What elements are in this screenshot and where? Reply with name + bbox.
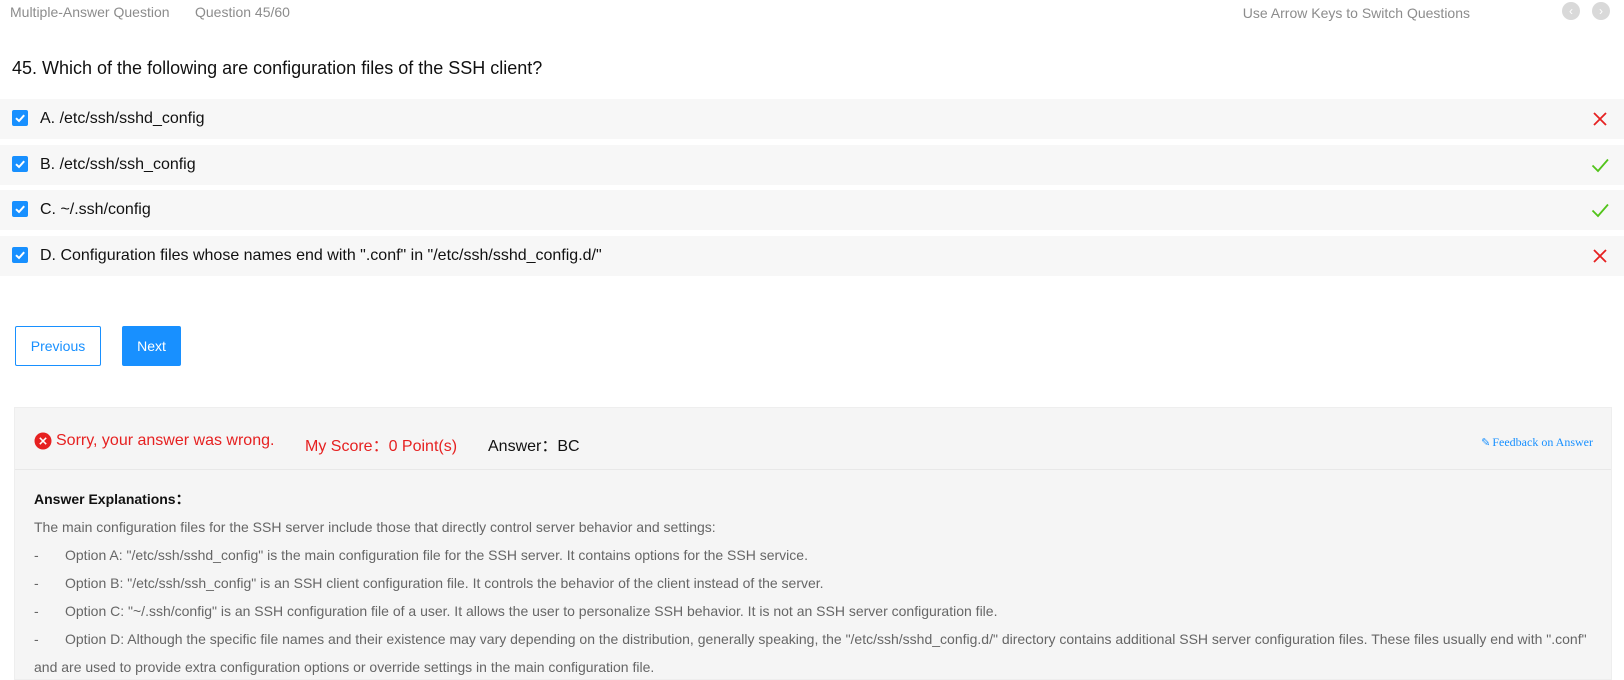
next-button[interactable]: Next: [122, 326, 181, 366]
explanation-item: - Option A: "/etc/ssh/sshd_config" is the…: [34, 541, 1594, 569]
correct-answer: Answer：BC: [488, 438, 580, 455]
explanation-item: - Option C: "~/.ssh/config" is an SSH con…: [34, 597, 1594, 625]
previous-button[interactable]: Previous: [15, 326, 101, 366]
explanation-title: Answer Explanations：: [34, 491, 190, 507]
option-d[interactable]: D. Configuration files whose names end w…: [0, 236, 1624, 276]
chevron-left-icon[interactable]: ‹: [1562, 2, 1580, 20]
bullet: -: [34, 547, 39, 563]
explanation-text: Option D: Although the specific file nam…: [34, 631, 1587, 675]
option-label: D. Configuration files whose names end w…: [40, 247, 602, 264]
explanation-intro: The main configuration files for the SSH…: [34, 519, 716, 535]
correct-mark-icon: [1590, 155, 1610, 175]
feedback-link[interactable]: ✎ Feedback on Answer: [1481, 435, 1593, 450]
correct-mark-icon: [1590, 200, 1610, 220]
result-message: Sorry, your answer was wrong.: [56, 432, 275, 449]
checkbox-checked-icon[interactable]: [12, 201, 28, 217]
feedback-label: Feedback on Answer: [1492, 435, 1593, 449]
option-b[interactable]: B. /etc/ssh/ssh_config: [0, 145, 1624, 185]
explanation-text: Option C: "~/.ssh/config" is an SSH conf…: [65, 603, 998, 619]
error-circle-icon: [34, 432, 52, 450]
question-text: 45. Which of the following are configura…: [12, 58, 543, 78]
explanation-text: Option A: "/etc/ssh/sshd_config" is the …: [65, 547, 808, 563]
explanation-text: Option B: "/etc/ssh/ssh_config" is an SS…: [65, 575, 824, 591]
bullet: -: [34, 575, 39, 591]
keyboard-hint: Use Arrow Keys to Switch Questions: [1242, 5, 1470, 21]
my-score: My Score：0 Point(s): [305, 438, 458, 455]
option-a[interactable]: A. /etc/ssh/sshd_config: [0, 99, 1624, 139]
option-c[interactable]: C. ~/.ssh/config: [0, 190, 1624, 230]
option-label: A. /etc/ssh/sshd_config: [40, 110, 205, 127]
checkbox-checked-icon[interactable]: [12, 247, 28, 263]
question-counter: Question 45/60: [195, 4, 290, 20]
option-label: B. /etc/ssh/ssh_config: [40, 156, 196, 173]
bullet: -: [34, 603, 39, 619]
answer-explanation: Answer Explanations： The main configurat…: [34, 485, 1594, 680]
edit-icon: ✎: [1481, 437, 1491, 449]
result-panel: Sorry, your answer was wrong. My Score：0…: [14, 407, 1612, 680]
checkbox-checked-icon[interactable]: [12, 110, 28, 126]
explanation-item: - Option B: "/etc/ssh/ssh_config" is an S…: [34, 569, 1594, 597]
result-header: Sorry, your answer was wrong. My Score：0…: [15, 408, 1611, 470]
chevron-right-icon[interactable]: ›: [1592, 2, 1610, 20]
wrong-mark-icon: [1590, 246, 1610, 266]
top-bar: Multiple-Answer Question Question 45/60 …: [0, 0, 1624, 26]
bullet: -: [34, 631, 39, 647]
question-type: Multiple-Answer Question: [10, 4, 170, 20]
explanation-item: - Option D: Although the specific file na…: [34, 625, 1594, 680]
option-label: C. ~/.ssh/config: [40, 201, 151, 218]
wrong-mark-icon: [1590, 109, 1610, 129]
checkbox-checked-icon[interactable]: [12, 156, 28, 172]
